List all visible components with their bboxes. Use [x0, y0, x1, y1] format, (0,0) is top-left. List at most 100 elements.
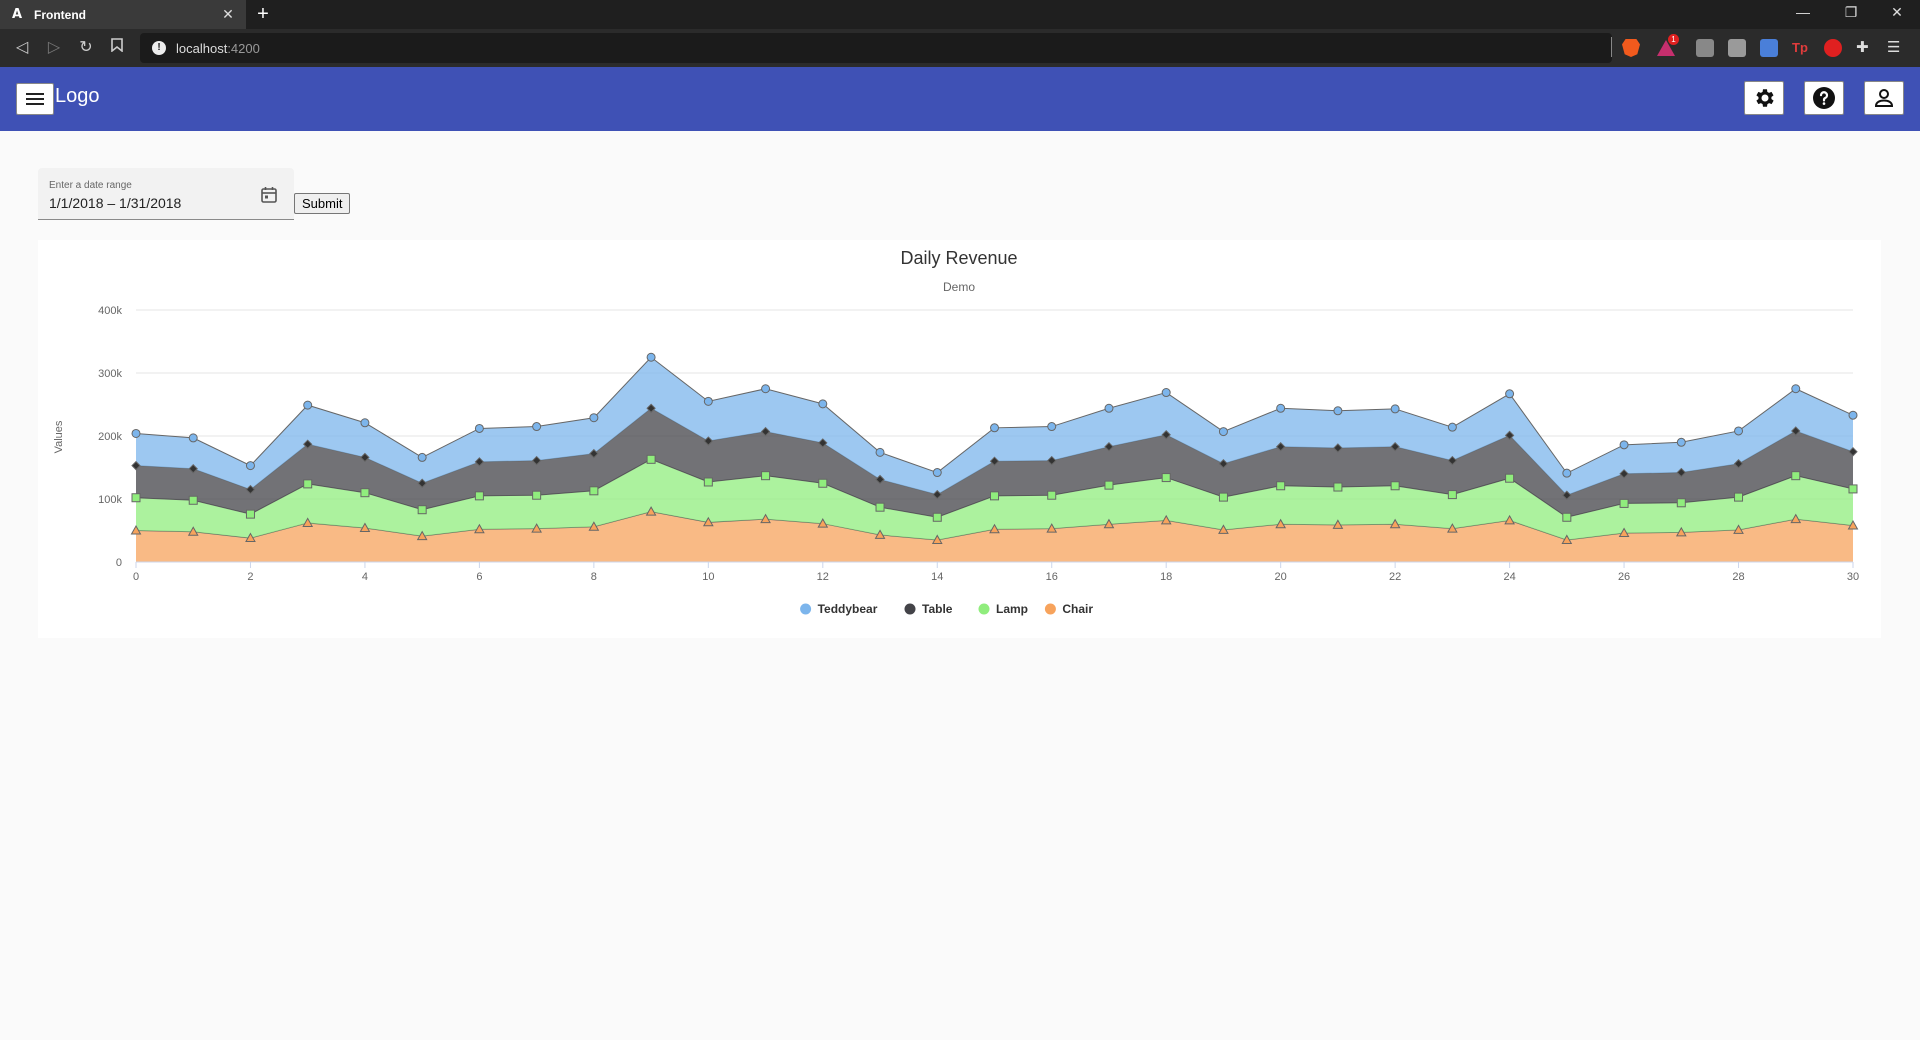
calendar-icon[interactable] [260, 186, 278, 209]
brave-shield-icon[interactable] [1622, 39, 1640, 57]
point-lamp[interactable] [1333, 482, 1343, 492]
tab-close-icon[interactable]: ✕ [220, 6, 236, 23]
point-lamp[interactable] [1676, 498, 1686, 508]
point-lamp[interactable] [131, 493, 141, 503]
youtube-extension-icon[interactable] [1824, 39, 1842, 57]
extension-icon-2[interactable] [1728, 39, 1746, 57]
point-lamp[interactable] [1505, 473, 1515, 483]
minimize-icon[interactable]: — [1788, 4, 1818, 20]
account-button[interactable] [1864, 81, 1904, 115]
point-lamp[interactable] [1791, 471, 1801, 481]
point-teddybear[interactable] [589, 413, 599, 423]
point-teddybear[interactable] [131, 428, 141, 438]
point-lamp[interactable] [188, 495, 198, 505]
menu-icon-bar [26, 103, 44, 105]
point-lamp[interactable] [646, 454, 656, 464]
legend-item-teddybear[interactable]: Teddybear [800, 602, 878, 616]
point-lamp[interactable] [303, 479, 313, 489]
point-lamp[interactable] [1161, 473, 1171, 483]
submit-button[interactable]: Submit [294, 193, 351, 214]
point-teddybear[interactable] [646, 352, 656, 362]
forward-icon[interactable]: ▷ [44, 38, 64, 58]
point-lamp[interactable] [932, 512, 942, 522]
legend-item-table[interactable]: Table [904, 602, 953, 616]
point-teddybear[interactable] [818, 399, 828, 409]
point-lamp[interactable] [245, 509, 255, 519]
point-teddybear[interactable] [1505, 389, 1515, 399]
site-info-icon[interactable]: ! [152, 41, 166, 55]
menu-button[interactable] [16, 83, 54, 115]
browser-tab[interactable]: A Frontend ✕ [0, 0, 246, 29]
point-teddybear[interactable] [1791, 384, 1801, 394]
point-teddybear[interactable] [1848, 410, 1858, 420]
point-lamp[interactable] [417, 505, 427, 515]
point-lamp[interactable] [703, 477, 713, 487]
point-lamp[interactable] [532, 490, 542, 500]
point-teddybear[interactable] [703, 396, 713, 406]
point-teddybear[interactable] [417, 452, 427, 462]
window-close-icon[interactable]: ✕ [1882, 4, 1912, 21]
new-tab-icon[interactable]: + [252, 3, 274, 26]
point-lamp[interactable] [818, 478, 828, 488]
restore-icon[interactable]: ❐ [1836, 4, 1866, 21]
bookmark-icon[interactable] [107, 38, 127, 58]
point-teddybear[interactable] [1734, 426, 1744, 436]
chart-title: Daily Revenue [900, 248, 1017, 268]
settings-button[interactable] [1744, 81, 1784, 115]
point-teddybear[interactable] [1218, 427, 1228, 437]
point-teddybear[interactable] [1676, 437, 1686, 447]
point-teddybear[interactable] [1390, 404, 1400, 414]
browser-menu-icon[interactable]: ☰ [1887, 39, 1905, 57]
legend-item-chair[interactable]: Chair [1044, 602, 1094, 616]
x-tick-label: 26 [1618, 571, 1630, 583]
point-teddybear[interactable] [360, 418, 370, 428]
point-teddybear[interactable] [1047, 422, 1057, 432]
point-teddybear[interactable] [1333, 406, 1343, 416]
point-teddybear[interactable] [990, 423, 999, 433]
date-range-field[interactable]: Enter a date range 1/1/2018 – 1/31/2018 [38, 168, 294, 220]
point-teddybear[interactable] [1619, 440, 1629, 450]
point-teddybear[interactable] [303, 400, 313, 410]
point-lamp[interactable] [761, 471, 771, 481]
point-teddybear[interactable] [188, 433, 198, 443]
point-lamp[interactable] [1447, 490, 1457, 500]
point-lamp[interactable] [1562, 512, 1572, 522]
point-lamp[interactable] [1390, 481, 1400, 491]
point-lamp[interactable] [1848, 484, 1858, 494]
back-icon[interactable]: ◁ [12, 38, 32, 58]
point-lamp[interactable] [1218, 492, 1228, 502]
point-teddybear[interactable] [1276, 403, 1286, 413]
point-teddybear[interactable] [245, 461, 255, 471]
point-lamp[interactable] [990, 491, 999, 501]
point-lamp[interactable] [474, 491, 484, 501]
point-lamp[interactable] [1104, 480, 1114, 490]
legend-item-lamp[interactable]: Lamp [978, 602, 1029, 616]
translate-icon[interactable] [1760, 39, 1778, 57]
legend: Teddybear Table Lamp Chair [800, 602, 1093, 616]
help-button[interactable] [1804, 81, 1844, 115]
point-lamp[interactable] [360, 488, 370, 498]
point-teddybear[interactable] [1161, 388, 1171, 398]
date-range-input[interactable]: 1/1/2018 – 1/31/2018 [49, 195, 181, 211]
point-lamp[interactable] [1047, 490, 1057, 500]
point-lamp[interactable] [1276, 481, 1286, 491]
point-teddybear[interactable] [1562, 468, 1572, 478]
point-teddybear[interactable] [1104, 403, 1114, 413]
point-teddybear[interactable] [532, 422, 542, 432]
point-lamp[interactable] [875, 502, 885, 512]
brave-rewards-icon[interactable]: 1 [1656, 34, 1679, 57]
extensions-puzzle-icon[interactable]: ✚ [1856, 39, 1874, 57]
point-lamp[interactable] [589, 486, 599, 496]
tp-extension-icon[interactable]: Tp [1792, 39, 1810, 57]
point-teddybear[interactable] [932, 468, 942, 478]
point-teddybear[interactable] [761, 384, 771, 394]
point-teddybear[interactable] [1447, 422, 1457, 432]
point-teddybear[interactable] [474, 423, 484, 433]
menu-icon-bar [26, 98, 44, 100]
point-teddybear[interactable] [875, 447, 885, 457]
url-input[interactable]: ! localhost:4200 [140, 33, 1612, 63]
reload-icon[interactable]: ↻ [76, 38, 96, 58]
point-lamp[interactable] [1734, 492, 1744, 502]
extension-icon-1[interactable] [1696, 39, 1714, 57]
point-lamp[interactable] [1619, 498, 1629, 508]
